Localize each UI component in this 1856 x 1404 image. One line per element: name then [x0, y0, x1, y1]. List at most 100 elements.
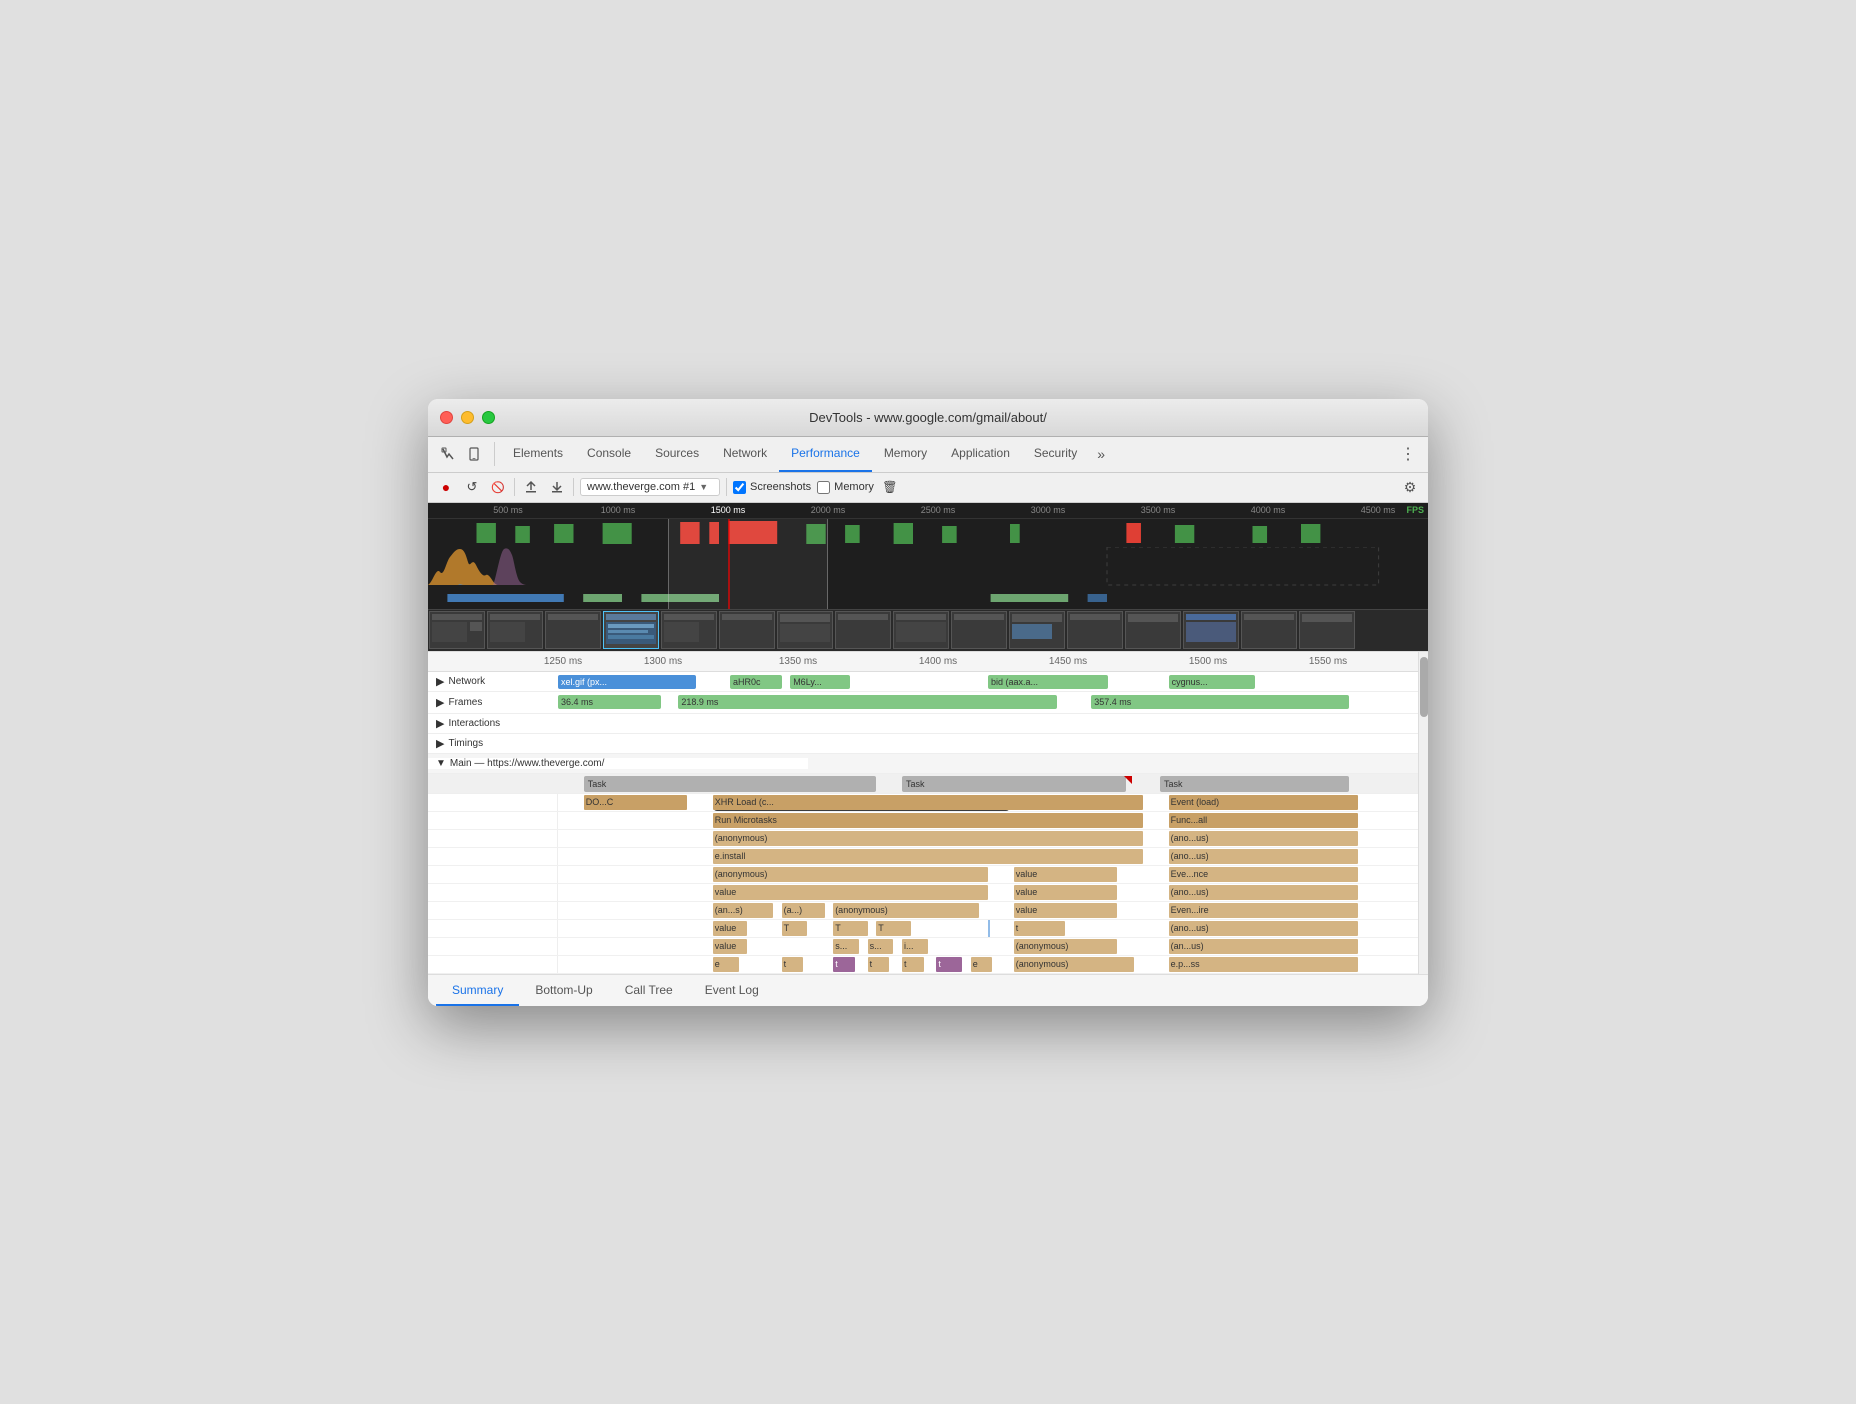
frame-bar-1[interactable]: 36.4 ms — [558, 695, 661, 709]
block-anus-4[interactable]: (an...us) — [1169, 939, 1358, 954]
mobile-icon[interactable] — [462, 442, 486, 466]
block-value-6[interactable]: value — [713, 939, 747, 954]
block-xhr[interactable]: XHR Load (c... — [713, 795, 1143, 810]
block-anous-3[interactable]: (ano...us) — [1169, 921, 1358, 936]
block-t-purple-2[interactable]: t — [936, 957, 962, 972]
block-ans[interactable]: (an...s) — [713, 903, 773, 918]
tab-performance[interactable]: Performance — [779, 436, 872, 472]
screenshots-checkbox-input[interactable] — [733, 481, 746, 494]
network-bar-cygnus[interactable]: cygnus... — [1169, 675, 1255, 689]
upload-button[interactable] — [521, 477, 541, 497]
block-einstall[interactable]: e.install — [713, 849, 1143, 864]
block-t2b[interactable]: t — [868, 957, 890, 972]
delete-recording-button[interactable]: 🗑 — [880, 477, 900, 497]
block-e1[interactable]: e — [713, 957, 739, 972]
tab-application[interactable]: Application — [939, 436, 1022, 472]
block-T3[interactable]: T — [876, 921, 910, 936]
timings-track[interactable]: ▶ Timings — [428, 734, 1418, 754]
settings-button[interactable]: ⚙ — [1400, 477, 1420, 497]
vertical-scrollbar[interactable] — [1418, 652, 1428, 974]
timeline-selection[interactable] — [668, 519, 828, 609]
block-T2[interactable]: T — [833, 921, 867, 936]
block-s1[interactable]: s... — [833, 939, 859, 954]
task-bar-1[interactable]: Task — [584, 776, 876, 792]
frame-bar-3[interactable]: 357.4 ms — [1091, 695, 1349, 709]
refresh-button[interactable]: ↺ — [462, 477, 482, 497]
network-track-label[interactable]: ▶ Network — [428, 675, 558, 688]
close-button[interactable] — [440, 411, 453, 424]
block-evenire[interactable]: Even...ire — [1169, 903, 1358, 918]
interactions-track[interactable]: ▶ Interactions — [428, 714, 1418, 734]
screenshots-checkbox[interactable]: Screenshots — [733, 481, 811, 494]
record-button[interactable]: ● — [436, 477, 456, 497]
block-i1[interactable]: i... — [902, 939, 928, 954]
block-doc[interactable]: DO...C — [584, 795, 687, 810]
network-bar-m6ly[interactable]: M6Ly... — [790, 675, 850, 689]
block-value-2[interactable]: value — [713, 885, 988, 900]
block-value-4[interactable]: value — [1014, 903, 1117, 918]
memory-checkbox-input[interactable] — [817, 481, 830, 494]
block-microtasks[interactable]: Run Microtasks — [713, 813, 1143, 828]
block-anon-7[interactable]: (anonymous) — [1014, 957, 1134, 972]
block-t2c[interactable]: t — [902, 957, 924, 972]
devtools-menu-button[interactable]: ⋮ — [1396, 442, 1420, 466]
main-track-label[interactable]: ▼ Main — https://www.theverge.com/ — [428, 758, 808, 769]
playhead[interactable] — [728, 519, 730, 609]
tab-call-tree[interactable]: Call Tree — [609, 976, 689, 1006]
tab-event-log[interactable]: Event Log — [689, 976, 775, 1006]
maximize-button[interactable] — [482, 411, 495, 424]
block-funcall[interactable]: Func...all — [1169, 813, 1358, 828]
network-bar-bid[interactable]: bid (aax.a... — [988, 675, 1108, 689]
block-a[interactable]: (a...) — [782, 903, 825, 918]
download-button[interactable] — [547, 477, 567, 497]
block-epss[interactable]: e.p...ss — [1169, 957, 1358, 972]
block-t2a[interactable]: t — [782, 957, 804, 972]
block-s2[interactable]: s... — [868, 939, 894, 954]
tracks-panel[interactable]: 1250 ms 1300 ms 1350 ms 1400 ms 1450 ms … — [428, 652, 1418, 974]
block-t1[interactable]: t — [1014, 921, 1066, 936]
block-anon-3[interactable]: (ano...us) — [1169, 849, 1358, 864]
block-t-purple-1[interactable]: t — [833, 957, 855, 972]
block-value-5[interactable]: value — [713, 921, 747, 936]
block-evence[interactable]: Eve...nce — [1169, 867, 1358, 882]
more-tabs-button[interactable]: » — [1089, 446, 1113, 462]
tab-network[interactable]: Network — [711, 436, 779, 472]
block-anon-4[interactable]: (anonymous) — [713, 867, 988, 882]
scrollbar-thumb[interactable] — [1420, 657, 1428, 717]
tab-summary[interactable]: Summary — [436, 976, 519, 1006]
timeline-area[interactable]: 500 ms 1000 ms 1500 ms 2000 ms 2500 ms 3… — [428, 503, 1428, 652]
tab-memory[interactable]: Memory — [872, 436, 939, 472]
clear-button[interactable]: 🚫 — [488, 477, 508, 497]
block-anon-1[interactable]: (anonymous) — [713, 831, 1143, 846]
block-anous-2[interactable]: (ano...us) — [1169, 885, 1358, 900]
interactions-track-label[interactable]: ▶ Interactions — [428, 717, 558, 730]
main-thread-header[interactable]: ▼ Main — https://www.theverge.com/ — [428, 754, 1418, 774]
tab-security[interactable]: Security — [1022, 436, 1089, 472]
inspector-icon[interactable] — [436, 442, 460, 466]
network-bar-ahr0c[interactable]: aHR0c — [730, 675, 782, 689]
block-event-load[interactable]: Event (load) — [1169, 795, 1358, 810]
network-bar-xelgif[interactable]: xel.gif (px... — [558, 675, 696, 689]
block-value-3[interactable]: value — [1014, 885, 1117, 900]
block-value-1[interactable]: value — [1014, 867, 1117, 882]
tab-console[interactable]: Console — [575, 436, 643, 472]
frames-track[interactable]: ▶ Frames 36.4 ms 218.9 ms 357.4 ms — [428, 692, 1418, 714]
frames-track-label[interactable]: ▶ Frames — [428, 696, 558, 709]
tab-elements[interactable]: Elements — [501, 436, 575, 472]
block-e2[interactable]: e — [971, 957, 993, 972]
block-anon-6[interactable]: (anonymous) — [1014, 939, 1117, 954]
frame-bar-2[interactable]: 218.9 ms — [678, 695, 1056, 709]
minimize-button[interactable] — [461, 411, 474, 424]
task-bar-2[interactable]: Task — [902, 776, 1126, 792]
network-track[interactable]: ▶ Network xel.gif (px... aHR0c M6Ly... b… — [428, 672, 1418, 692]
memory-checkbox[interactable]: Memory — [817, 481, 874, 494]
block-anon-5[interactable]: (anonymous) — [833, 903, 979, 918]
block-T1[interactable]: T — [782, 921, 808, 936]
timings-track-label[interactable]: ▶ Timings — [428, 737, 558, 750]
block-anon-2[interactable]: (ano...us) — [1169, 831, 1358, 846]
tab-bottom-up[interactable]: Bottom-Up — [519, 976, 608, 1006]
tab-sources[interactable]: Sources — [643, 436, 711, 472]
overview-chart[interactable] — [428, 519, 1428, 609]
recording-selector[interactable]: www.theverge.com #1 ▼ — [580, 478, 720, 496]
task-bar-3[interactable]: Task — [1160, 776, 1349, 792]
